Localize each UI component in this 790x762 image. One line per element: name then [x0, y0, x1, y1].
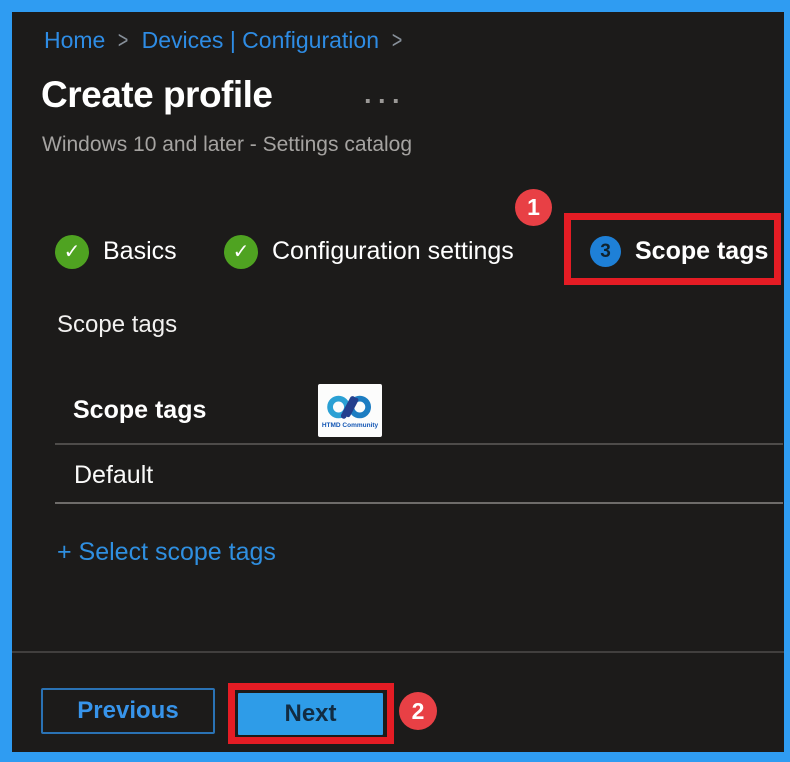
page-subtitle: Windows 10 and later - Settings catalog [42, 133, 413, 156]
table-row: Default [74, 461, 154, 489]
htmd-logo-icon [327, 395, 372, 419]
table-header-divider [55, 443, 783, 445]
chevron-right-icon: > [391, 26, 403, 54]
page-title: Create profile [41, 74, 273, 115]
check-icon: ✓ [224, 234, 258, 269]
htmd-community-logo: HTMD Community [318, 384, 382, 437]
tab-basics-label: Basics [103, 237, 177, 265]
select-scope-tags-link[interactable]: + Select scope tags [57, 538, 276, 567]
next-button[interactable]: Next [238, 693, 383, 735]
breadcrumb-devices-configuration-link[interactable]: Devices | Configuration [142, 27, 379, 54]
tab-scope-tags[interactable]: 3 Scope tags [590, 233, 768, 270]
tab-scope-tags-label: Scope tags [635, 237, 769, 265]
breadcrumb: Home > Devices | Configuration > [44, 27, 403, 54]
footer-divider [12, 651, 784, 653]
tab-configuration-settings-label: Configuration settings [272, 237, 514, 265]
step-number-badge: 3 [590, 236, 621, 267]
previous-button[interactable]: Previous [41, 688, 215, 734]
page-panel [12, 12, 784, 752]
htmd-logo-text: HTMD Community [321, 421, 379, 429]
table-column-header-scope-tags: Scope tags [73, 396, 207, 424]
table-row-divider [55, 502, 783, 504]
section-label-scope-tags: Scope tags [57, 311, 178, 338]
create-profile-screen: Home > Devices | Configuration > Create … [0, 0, 790, 762]
breadcrumb-home-link[interactable]: Home [44, 27, 105, 54]
chevron-right-icon: > [118, 26, 129, 54]
tab-basics[interactable]: ✓ Basics [55, 233, 177, 270]
check-icon: ✓ [55, 234, 89, 269]
tab-configuration-settings[interactable]: ✓ Configuration settings [224, 233, 514, 270]
ellipsis-menu-icon[interactable]: ··· [364, 86, 406, 117]
